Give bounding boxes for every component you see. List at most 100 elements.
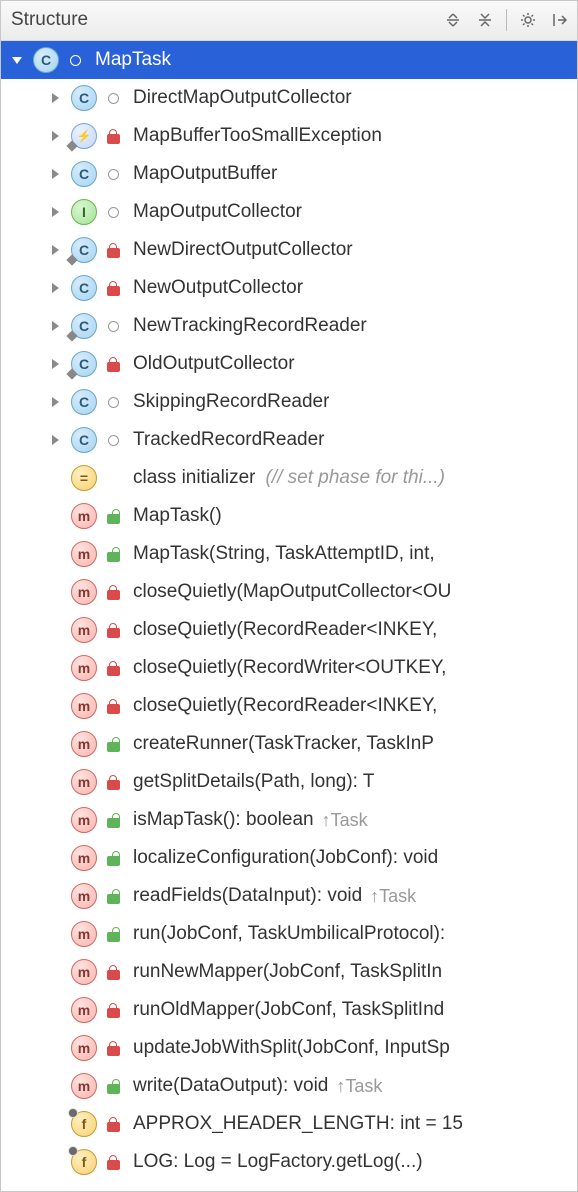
private-lock-icon — [103, 1041, 123, 1056]
expand-arrow-icon[interactable] — [45, 206, 65, 218]
tree-node[interactable]: IMapOutputCollector — [1, 193, 577, 231]
inherited-marker: ↑Task — [318, 810, 368, 831]
node-label: SkippingRecordReader — [127, 391, 329, 413]
node-label: APPROX_HEADER_LENGTH: int = 15 — [127, 1113, 463, 1135]
public-unlock-icon — [103, 851, 123, 866]
class-initializer-icon: = — [69, 463, 99, 493]
tree-node[interactable]: MapBufferTooSmallException — [1, 117, 577, 155]
method-icon: m — [69, 843, 99, 873]
node-annotation: (// set phase for thi...) — [259, 467, 445, 489]
node-label: LOG: Log = LogFactory.getLog(...) — [127, 1151, 423, 1173]
expand-arrow-icon[interactable] — [45, 282, 65, 294]
package-visibility-icon — [103, 207, 123, 218]
expand-arrow-icon[interactable] — [45, 320, 65, 332]
node-label: write(DataOutput): void — [127, 1075, 328, 1097]
inherited-marker: ↑Task — [332, 1076, 382, 1097]
method-icon: m — [69, 691, 99, 721]
public-unlock-icon — [103, 737, 123, 752]
tree-node[interactable]: CNewOutputCollector — [1, 269, 577, 307]
node-label: run(JobConf, TaskUmbilicalProtocol): — [127, 923, 445, 945]
node-label: MapTask — [89, 49, 171, 71]
class-icon: C — [69, 159, 99, 189]
class-icon: C — [69, 425, 99, 455]
node-label: OldOutputCollector — [127, 353, 295, 375]
package-visibility-icon — [65, 55, 85, 66]
tree-node[interactable]: f LOG: Log = LogFactory.getLog(...) — [1, 1143, 577, 1181]
tree-node[interactable]: mMapTask(String, TaskAttemptID, int, — [1, 535, 577, 573]
tree-node[interactable]: mcloseQuietly(RecordReader<INKEY, — [1, 611, 577, 649]
method-icon: m — [69, 767, 99, 797]
class-icon: C — [69, 311, 99, 341]
tree-node[interactable]: mcreateRunner(TaskTracker, TaskInP — [1, 725, 577, 763]
node-label: MapTask(String, TaskAttemptID, int, — [127, 543, 435, 565]
expand-arrow-icon[interactable] — [45, 244, 65, 256]
expand-arrow-icon[interactable] — [45, 168, 65, 180]
tree-node[interactable]: m closeQuietly(RecordReader<INKEY, — [1, 687, 577, 725]
gear-icon[interactable] — [517, 9, 539, 31]
structure-panel: Structure C Map — [0, 0, 578, 1192]
tree-node[interactable]: CDirectMapOutputCollector — [1, 79, 577, 117]
method-icon: m — [69, 957, 99, 987]
expand-arrow-icon[interactable] — [45, 396, 65, 408]
private-lock-icon — [103, 661, 123, 676]
tree-node[interactable]: mcloseQuietly(MapOutputCollector<OU — [1, 573, 577, 611]
expand-arrow-icon[interactable] — [45, 434, 65, 446]
package-visibility-icon — [103, 435, 123, 446]
node-label: localizeConfiguration(JobConf): void — [127, 847, 438, 869]
method-icon: m — [69, 805, 99, 835]
tree-node[interactable]: m localizeConfiguration(JobConf): void — [1, 839, 577, 877]
tree-node[interactable]: mrunOldMapper(JobConf, TaskSplitInd — [1, 991, 577, 1029]
tree-node[interactable]: mwrite(DataOutput): void↑Task — [1, 1067, 577, 1105]
tree-node[interactable]: misMapTask(): boolean↑Task — [1, 801, 577, 839]
tree-node[interactable]: mcloseQuietly(RecordWriter<OUTKEY, — [1, 649, 577, 687]
tree-node[interactable]: C TrackedRecordReader — [1, 421, 577, 459]
private-lock-icon — [103, 281, 123, 296]
expand-arrow-icon[interactable] — [45, 358, 65, 370]
node-label: NewDirectOutputCollector — [127, 239, 353, 261]
tree-node[interactable]: mreadFields(DataInput): void↑Task — [1, 877, 577, 915]
expand-arrow-icon[interactable] — [7, 53, 27, 67]
tree-node[interactable]: = class initializer(// set phase for thi.… — [1, 459, 577, 497]
package-visibility-icon — [103, 169, 123, 180]
node-label: closeQuietly(RecordReader<INKEY, — [127, 619, 437, 641]
class-icon: C — [31, 45, 61, 75]
node-label: TrackedRecordReader — [127, 429, 325, 451]
tree-node-root[interactable]: C MapTask — [1, 41, 577, 79]
tree-node[interactable]: C MapOutputBuffer — [1, 155, 577, 193]
tree-node[interactable]: CSkippingRecordReader — [1, 383, 577, 421]
node-label: createRunner(TaskTracker, TaskInP — [127, 733, 434, 755]
node-label: MapOutputBuffer — [127, 163, 277, 185]
node-label: MapOutputCollector — [127, 201, 302, 223]
node-label: NewTrackingRecordReader — [127, 315, 367, 337]
tree-node[interactable]: mupdateJobWithSplit(JobConf, InputSp — [1, 1029, 577, 1067]
tree-node[interactable]: COldOutputCollector — [1, 345, 577, 383]
tree-node[interactable]: mgetSplitDetails(Path, long): T — [1, 763, 577, 801]
class-icon: C — [69, 273, 99, 303]
tree-node[interactable]: C NewTrackingRecordReader — [1, 307, 577, 345]
panel-title: Structure — [11, 9, 88, 31]
expand-all-icon[interactable] — [442, 9, 464, 31]
node-label: class initializer — [127, 467, 255, 489]
field-icon: f — [69, 1147, 99, 1177]
node-label: MapBufferTooSmallException — [127, 125, 382, 147]
private-lock-icon — [103, 585, 123, 600]
structure-tree[interactable]: C MapTask CDirectMapOutputCollector MapBu… — [1, 41, 577, 1191]
expand-arrow-icon[interactable] — [45, 92, 65, 104]
method-icon: m — [69, 653, 99, 683]
private-lock-icon — [103, 1155, 123, 1170]
hide-icon[interactable] — [549, 9, 571, 31]
class-icon: C — [69, 83, 99, 113]
tree-node[interactable]: CNewDirectOutputCollector — [1, 231, 577, 269]
tree-node[interactable]: m runNewMapper(JobConf, TaskSplitIn — [1, 953, 577, 991]
package-visibility-icon — [103, 93, 123, 104]
node-label: readFields(DataInput): void — [127, 885, 362, 907]
tree-node[interactable]: mrun(JobConf, TaskUmbilicalProtocol): — [1, 915, 577, 953]
private-lock-icon — [103, 775, 123, 790]
tree-node[interactable]: fAPPROX_HEADER_LENGTH: int = 15 — [1, 1105, 577, 1143]
collapse-all-icon[interactable] — [474, 9, 496, 31]
node-label: runNewMapper(JobConf, TaskSplitIn — [127, 961, 442, 983]
tree-node[interactable]: mMapTask() — [1, 497, 577, 535]
panel-header: Structure — [1, 1, 577, 41]
node-label: closeQuietly(RecordReader<INKEY, — [127, 695, 437, 717]
expand-arrow-icon[interactable] — [45, 130, 65, 142]
